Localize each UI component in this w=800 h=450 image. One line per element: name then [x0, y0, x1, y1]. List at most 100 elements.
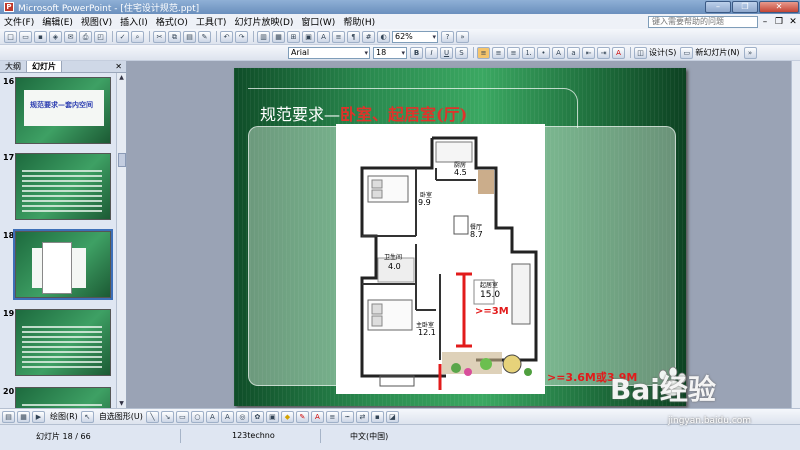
font-size-select[interactable]: 18: [373, 46, 407, 59]
help-search-input[interactable]: 键入需要帮助的问题: [648, 15, 758, 28]
rectangle-icon[interactable]: ▭: [175, 410, 189, 423]
design-button[interactable]: 设计(S): [649, 47, 676, 58]
slide-title[interactable]: 规范要求—卧室、起居室(厅): [260, 101, 467, 125]
show-formatting-icon[interactable]: ¶: [347, 30, 360, 43]
draw-menu-button[interactable]: 绘图(R): [50, 411, 78, 422]
clipart-icon[interactable]: ✿: [250, 410, 264, 423]
floor-plan-image[interactable]: 厨房 4.5 卧室 9.9 餐厅 8.7 卫生间 4.0 起居室 15.0 主卧…: [336, 124, 545, 394]
oval-icon[interactable]: ○: [190, 410, 204, 423]
arrow-icon[interactable]: ↘: [160, 410, 174, 423]
normal-view-icon[interactable]: ▤: [2, 410, 15, 423]
line-icon[interactable]: ╲: [145, 410, 159, 423]
slide-thumbnail[interactable]: 20: [0, 385, 116, 408]
menu-slideshow[interactable]: 幻灯片放映(D): [230, 15, 297, 28]
font-name-select[interactable]: Arial: [288, 46, 370, 59]
scroll-down-icon[interactable]: ▼: [117, 399, 126, 408]
permission-icon[interactable]: ◈: [49, 30, 62, 43]
doc-close-button[interactable]: ✕: [786, 17, 800, 27]
color-grayscale-icon[interactable]: ◐: [377, 30, 390, 43]
slide-thumbnail[interactable]: 16 规范要求—套内空间: [0, 75, 116, 147]
toolbar-options-icon-2[interactable]: »: [743, 46, 757, 59]
menu-format[interactable]: 格式(O): [152, 15, 192, 28]
menu-view[interactable]: 视图(V): [77, 15, 116, 28]
new-slide-icon[interactable]: ▭: [680, 46, 694, 59]
insert-image-icon[interactable]: ▣: [302, 30, 315, 43]
scroll-up-icon[interactable]: ▲: [117, 73, 126, 82]
close-button[interactable]: ✕: [759, 1, 799, 13]
slide-thumbnail[interactable]: 19: [0, 307, 116, 379]
minimize-button[interactable]: –: [705, 1, 731, 13]
sorter-view-icon[interactable]: ▦: [17, 410, 30, 423]
bullets-icon[interactable]: •: [537, 46, 550, 59]
powerpoint-icon[interactable]: P: [4, 2, 14, 12]
line-style-icon[interactable]: ≡: [325, 410, 339, 423]
slide-thumbnail[interactable]: 17: [0, 151, 116, 223]
fill-color-icon[interactable]: ◆: [280, 410, 294, 423]
numbering-icon[interactable]: ⒈: [522, 46, 535, 59]
tab-outline[interactable]: 大纲: [0, 61, 27, 72]
underline-icon[interactable]: U: [440, 46, 453, 59]
menu-help[interactable]: 帮助(H): [339, 15, 379, 28]
toolbar-options-icon[interactable]: »: [456, 30, 469, 43]
restore-button[interactable]: ❐: [732, 1, 758, 13]
menu-window[interactable]: 窗口(W): [297, 15, 339, 28]
select-objects-icon[interactable]: ↖: [80, 410, 94, 423]
dash-style-icon[interactable]: ┅: [340, 410, 354, 423]
insert-wordart-icon[interactable]: A: [317, 30, 330, 43]
wordart-icon[interactable]: A: [220, 410, 234, 423]
slideshow-view-icon[interactable]: ▶: [32, 410, 45, 423]
paste-icon[interactable]: ▤: [183, 30, 196, 43]
copy-icon[interactable]: ⧉: [168, 30, 181, 43]
new-slide-button[interactable]: 新幻灯片(N): [695, 47, 739, 58]
align-center-icon[interactable]: ≡: [492, 46, 505, 59]
email-icon[interactable]: ✉: [64, 30, 77, 43]
tables-borders-icon[interactable]: ⊞: [287, 30, 300, 43]
italic-icon[interactable]: I: [425, 46, 438, 59]
help-icon[interactable]: ?: [441, 30, 454, 43]
format-painter-icon[interactable]: ✎: [198, 30, 211, 43]
decrease-indent-icon[interactable]: ⇤: [582, 46, 595, 59]
print-preview-icon[interactable]: ◰: [94, 30, 107, 43]
insert-chart-icon[interactable]: ▥: [257, 30, 270, 43]
spelling-icon[interactable]: ✓: [116, 30, 129, 43]
new-file-icon[interactable]: □: [4, 30, 17, 43]
undo-icon[interactable]: ↶: [220, 30, 233, 43]
expand-all-icon[interactable]: ≡: [332, 30, 345, 43]
doc-minimize-button[interactable]: –: [758, 17, 772, 27]
bold-icon[interactable]: B: [410, 46, 423, 59]
3d-style-icon[interactable]: ◪: [385, 410, 399, 423]
tab-slides[interactable]: 幻灯片: [27, 61, 62, 72]
redo-icon[interactable]: ↷: [235, 30, 248, 43]
diagram-icon[interactable]: ◎: [235, 410, 249, 423]
font-color-icon[interactable]: A: [612, 46, 625, 59]
research-icon[interactable]: ⌕: [131, 30, 144, 43]
zoom-select[interactable]: 62%: [392, 30, 438, 43]
doc-restore-button[interactable]: ❐: [772, 17, 786, 27]
save-icon[interactable]: ▪: [34, 30, 47, 43]
align-right-icon[interactable]: ≡: [507, 46, 520, 59]
width-annotation[interactable]: >=3M: [475, 306, 509, 317]
menu-tools[interactable]: 工具(T): [192, 15, 231, 28]
textbox-icon[interactable]: A: [205, 410, 219, 423]
menu-file[interactable]: 文件(F): [0, 15, 38, 28]
menu-insert[interactable]: 插入(I): [116, 15, 152, 28]
align-left-icon[interactable]: ≡: [477, 46, 490, 59]
menu-edit[interactable]: 编辑(E): [38, 15, 77, 28]
scroll-thumb[interactable]: [118, 153, 126, 167]
close-pane-icon[interactable]: ✕: [115, 61, 126, 72]
font-color-draw-icon[interactable]: A: [310, 410, 324, 423]
grid-icon[interactable]: #: [362, 30, 375, 43]
canvas-scrollbar[interactable]: [791, 61, 800, 408]
shadow-icon[interactable]: S: [455, 46, 468, 59]
open-folder-icon[interactable]: ▭: [19, 30, 32, 43]
autoshapes-button[interactable]: 自选图形(U): [99, 411, 143, 422]
slide-thumbnail-selected[interactable]: 18: [0, 229, 116, 301]
shadow-style-icon[interactable]: ▪: [370, 410, 384, 423]
line-color-icon[interactable]: ✎: [295, 410, 309, 423]
increase-font-icon[interactable]: A: [552, 46, 565, 59]
pane-scrollbar[interactable]: ▲ ▼: [116, 73, 126, 408]
increase-indent-icon[interactable]: ⇥: [597, 46, 610, 59]
insert-table-icon[interactable]: ▦: [272, 30, 285, 43]
picture-icon[interactable]: ▣: [265, 410, 279, 423]
cut-icon[interactable]: ✂: [153, 30, 166, 43]
